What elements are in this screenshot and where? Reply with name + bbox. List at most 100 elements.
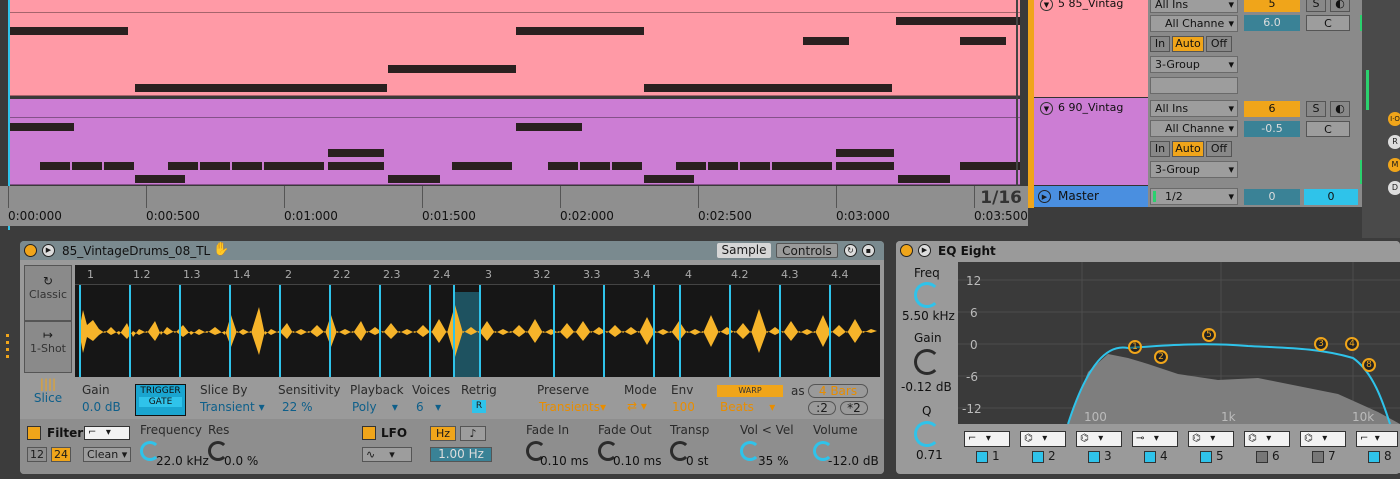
fold-icon[interactable]: ▼ [1040,0,1053,11]
loop-mode-select[interactable]: ⇄ ▾ [627,399,647,413]
lfo-hz-button[interactable]: Hz [430,426,456,441]
returns-toggle-button[interactable]: R [1388,135,1400,149]
output-select[interactable]: 3-Group [1150,161,1238,178]
band-filter-type-select[interactable]: ⌬ ▾ [1188,431,1234,447]
delay-toggle-button[interactable]: D [1388,181,1400,195]
volume-value[interactable]: -0.5 [1244,121,1300,137]
midi-clip-track-5[interactable] [8,0,1020,96]
eq-band-4[interactable]: ⊸ ▾ 4 [1130,429,1182,473]
eq-band-1[interactable]: ⌐ ▾ 1 [962,429,1014,473]
band-filter-type-select[interactable]: ⌬ ▾ [1300,431,1346,447]
band-enable-toggle[interactable] [1256,451,1268,463]
retrig-toggle[interactable]: R [472,400,486,413]
eq-band-node-2[interactable]: 2 [1154,350,1168,364]
lfo-rate-value[interactable]: 1.00 Hz [430,447,492,462]
lfo-wave-select[interactable]: ∿ ▾ [362,447,412,462]
master-pan-value[interactable]: 0 [1304,189,1358,205]
half-length-button[interactable]: :2 [808,401,836,415]
monitor-off-button[interactable]: Off [1206,36,1232,52]
monitor-in-button[interactable]: In [1150,36,1170,52]
sample-waveform-display[interactable]: 1 1.2 1.3 1.4 2 2.2 2.3 2.4 3 3.2 3.3 3.4 4 4.2 4.3 4.4 [75,265,880,377]
eq-band-node-5[interactable]: 5 [1202,328,1216,342]
save-icon[interactable]: ▪ [862,244,875,257]
voices-select[interactable]: 6 ▾ [416,400,441,414]
fold-icon[interactable]: ▼ [1040,101,1053,115]
band-filter-type-select[interactable]: ⌬ ▾ [1244,431,1290,447]
master-track-header[interactable]: ▶ Master [1034,186,1148,207]
input-type-select[interactable]: All Ins [1150,100,1238,117]
device-on-toggle[interactable] [900,244,913,257]
band-filter-type-select[interactable]: ⌬ ▾ [1020,431,1066,447]
device-on-toggle[interactable] [24,244,37,257]
beat-ruler[interactable]: 1 1.2 1.3 1.4 2 2.2 2.3 2.4 3 3.2 3.3 3.4 4 4.2 4.3 4.4 [75,265,880,285]
eq-band-node-4[interactable]: 4 [1345,337,1359,351]
bars-select[interactable]: 4 Bars [808,384,868,398]
monitor-auto-button[interactable]: Auto [1172,36,1204,52]
eq-band-6[interactable]: ⌬ ▾ 6 [1242,429,1294,473]
master-output-select[interactable]: 1/2 [1150,188,1238,205]
monitor-auto-button[interactable]: Auto [1172,141,1204,157]
eq-q-knob[interactable] [914,421,940,447]
eq-band-5[interactable]: ⌬ ▾ 5 [1186,429,1238,473]
band-enable-toggle[interactable] [1368,451,1380,463]
eq-spectrum-display[interactable]: 12 6 0 -6 -12 100 1k 10k 1 2 5 3 4 8 [958,262,1400,424]
mode-classic-button[interactable]: ↻ Classic [24,265,72,321]
band-filter-type-select[interactable]: ⌬ ▾ [1076,431,1122,447]
track-number[interactable]: 5 [1244,0,1300,12]
eq-band-node-3[interactable]: 3 [1314,337,1328,351]
input-channel-select[interactable]: All Channe [1150,120,1238,137]
eq-band-3[interactable]: ⌬ ▾ 3 [1074,429,1126,473]
input-type-select[interactable]: All Ins [1150,0,1238,13]
output-select[interactable]: 3-Group [1150,56,1238,73]
mode-slice-button[interactable]: |||| Slice [24,373,72,415]
band-enable-toggle[interactable] [1144,451,1156,463]
envelope-value[interactable]: 100 [672,400,695,414]
arrangement-view[interactable] [0,0,1028,186]
sensitivity-value[interactable]: 22 % [282,400,313,414]
warp-mode-select[interactable]: Beats ▾ [720,400,775,414]
pan-value[interactable]: C [1306,15,1350,31]
vol-vel-knob[interactable] [740,441,760,461]
lfo-sync-button[interactable]: ♪ [460,426,486,441]
solo-button[interactable]: S [1306,0,1326,12]
band-enable-toggle[interactable] [1088,451,1100,463]
playback-select[interactable]: Poly ▾ [352,400,398,414]
eq-band-7[interactable]: ⌬ ▾ 7 [1298,429,1350,473]
tab-sample[interactable]: Sample [717,243,771,258]
filter-type-select[interactable]: ⌐ ▾ [84,426,130,440]
slice-by-select[interactable]: Transient ▾ [200,400,265,414]
band-filter-type-select[interactable]: ⌐ ▾ [964,431,1010,447]
master-play-icon[interactable]: ▶ [1038,190,1051,203]
solo-button[interactable]: S [1306,101,1326,117]
monitor-in-button[interactable]: In [1150,141,1170,157]
eq-band-2[interactable]: ⌬ ▾ 2 [1018,429,1070,473]
band-enable-toggle[interactable] [1200,451,1212,463]
io-toggle-button[interactable]: I·O [1388,112,1400,126]
preserve-select[interactable]: Transients▾ [539,400,606,414]
master-volume-value[interactable]: 0 [1244,189,1300,205]
tab-controls[interactable]: Controls [776,243,838,258]
eq-freq-knob[interactable] [914,282,940,308]
track-header-5[interactable]: ▼ 5 85_Vintag [1034,0,1148,98]
band-enable-toggle[interactable] [1312,451,1324,463]
band-filter-type-select[interactable]: ⌐ ▾ [1356,431,1398,447]
warp-button[interactable]: WARP [717,385,783,397]
hot-swap-icon[interactable]: ↻ [844,244,857,257]
gain-value[interactable]: 0.0 dB [82,400,121,414]
timeline-ruler[interactable]: 1/16 0:00:000 0:00:500 0:01:000 0:01:500… [0,186,1028,226]
band-enable-toggle[interactable] [976,451,988,463]
mode-1shot-button[interactable]: ↦ 1-Shot [24,321,72,373]
track-number[interactable]: 6 [1244,101,1300,117]
band-enable-toggle[interactable] [1032,451,1044,463]
volume-value[interactable]: 6.0 [1244,15,1300,31]
mixer-toggle-button[interactable]: M [1388,158,1400,172]
eq-gain-knob[interactable] [914,349,940,375]
trigger-gate-toggle[interactable]: TRIGGER GATE [135,384,186,416]
band-filter-type-select[interactable]: ⊸ ▾ [1132,431,1178,447]
eq-band-node-8[interactable]: 8 [1362,358,1376,372]
track-header-6[interactable]: ▼ 6 90_Vintag [1034,98,1148,186]
eq-band-node-1[interactable]: 1 [1128,340,1142,354]
filter-toggle[interactable] [27,426,41,440]
filter-24-button[interactable]: 24 [51,447,71,462]
arm-icon[interactable]: ◐ [1330,0,1350,12]
